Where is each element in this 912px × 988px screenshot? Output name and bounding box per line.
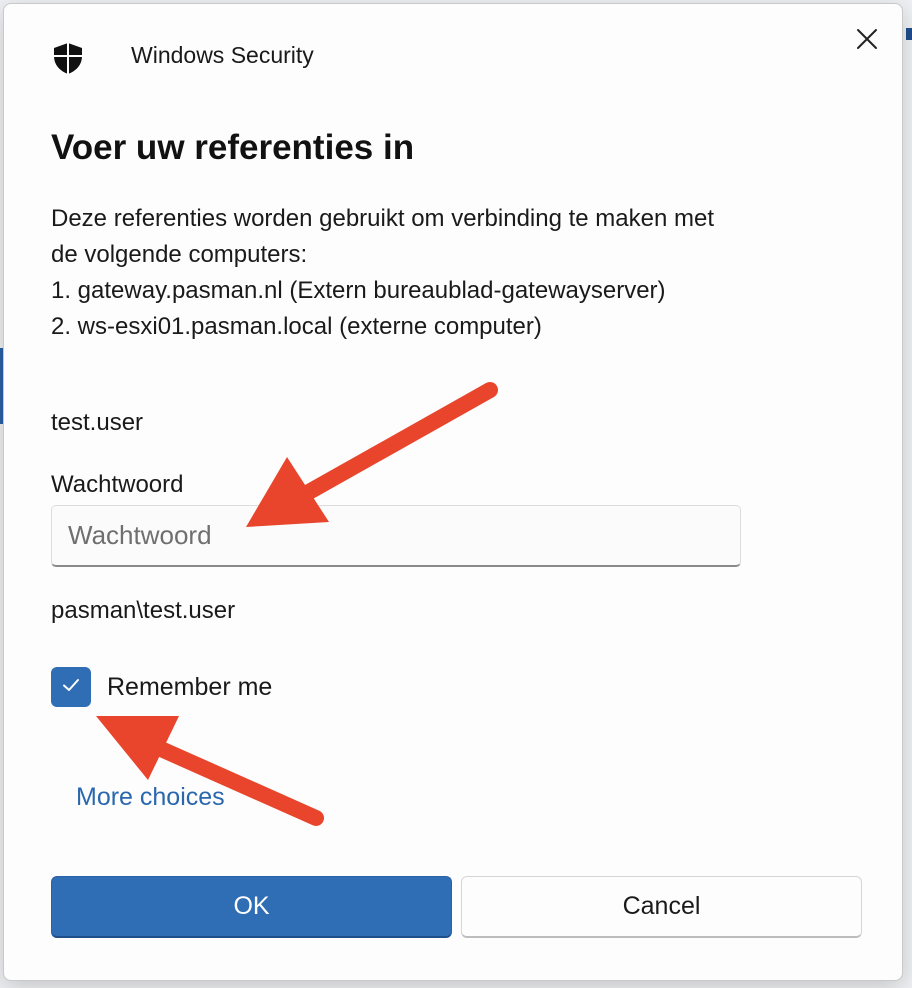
dialog-description: Deze referenties worden gebruikt om verb… — [51, 201, 881, 345]
ok-button[interactable]: OK — [51, 876, 452, 938]
remember-me-row: Remember me — [51, 666, 272, 708]
password-label: Wachtwoord — [51, 471, 184, 498]
remember-me-checkbox[interactable] — [51, 667, 91, 707]
domain-user-label: pasman\test.user — [51, 597, 236, 624]
windows-security-dialog: Windows Security Voer uw referenties in … — [3, 3, 903, 981]
title-bar: Windows Security — [4, 4, 902, 104]
close-button[interactable] — [847, 21, 887, 61]
cancel-button[interactable]: Cancel — [461, 876, 862, 938]
shield-icon — [51, 41, 85, 75]
description-line: Deze referenties worden gebruikt om verb… — [51, 205, 714, 232]
description-line: 1. gateway.pasman.nl (Extern bureaublad-… — [51, 277, 666, 304]
remember-me-label[interactable]: Remember me — [107, 673, 272, 702]
password-input[interactable] — [51, 505, 741, 567]
close-icon — [856, 28, 878, 55]
description-line: de volgende computers: — [51, 241, 308, 268]
background-accent — [906, 28, 912, 40]
description-line: 2. ws-esxi01.pasman.local (externe compu… — [51, 313, 542, 340]
username-label: test.user — [51, 409, 144, 436]
dialog-heading: Voer uw referenties in — [51, 128, 415, 167]
more-choices-link[interactable]: More choices — [76, 783, 225, 812]
app-title: Windows Security — [131, 42, 314, 68]
checkmark-icon — [60, 674, 82, 701]
